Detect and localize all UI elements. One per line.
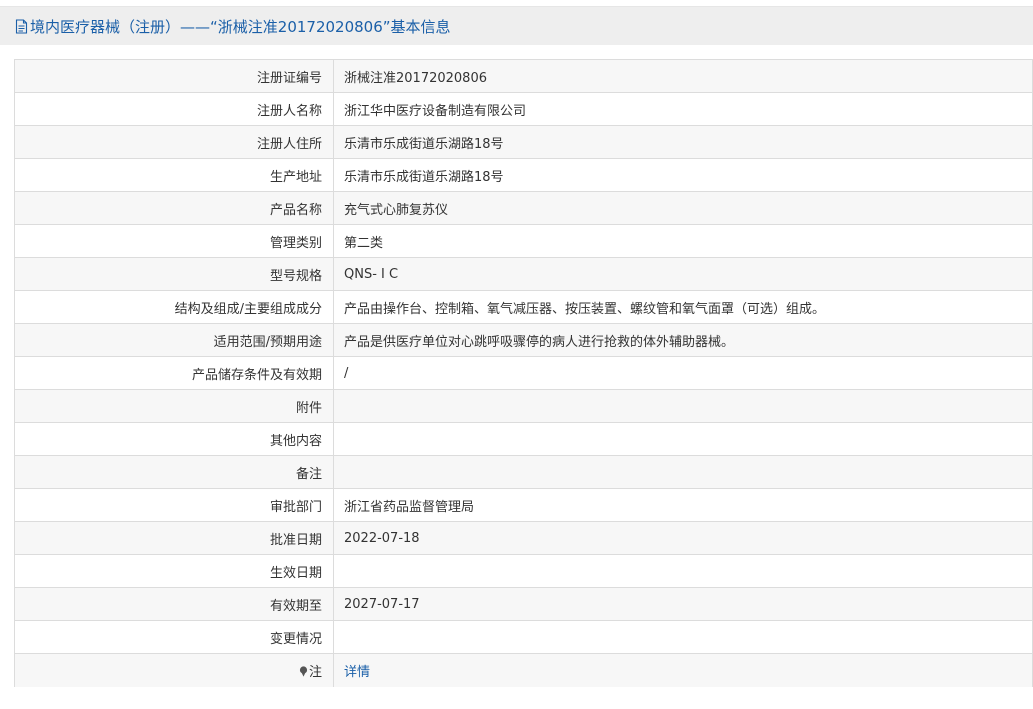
field-value: 浙江华中医疗设备制造有限公司 xyxy=(333,92,1033,126)
field-value xyxy=(333,422,1033,456)
field-label: 批准日期 xyxy=(14,521,334,555)
table-row-model-spec: 型号规格 QNS- I C xyxy=(14,257,1033,291)
table-row-registrant-name: 注册人名称 浙江华中医疗设备制造有限公司 xyxy=(14,92,1033,126)
field-label: 管理类别 xyxy=(14,224,334,258)
table-row-approval-department: 审批部门 浙江省药品监督管理局 xyxy=(14,488,1033,522)
field-label: 适用范围/预期用途 xyxy=(14,323,334,357)
field-label: 变更情况 xyxy=(14,620,334,654)
field-value xyxy=(333,455,1033,489)
table-row-product-name: 产品名称 充气式心肺复苏仪 xyxy=(14,191,1033,225)
field-value: 2027-07-17 xyxy=(333,587,1033,621)
field-value: 产品由操作台、控制箱、氧气减压器、按压装置、螺纹管和氧气面罩（可选）组成。 xyxy=(333,290,1033,324)
info-table: 注册证编号 浙械注准20172020806 注册人名称 浙江华中医疗设备制造有限公司注… xyxy=(14,59,1033,687)
field-label: 生产地址 xyxy=(14,158,334,192)
table-row-approval-date: 批准日期 2022-07-18 xyxy=(14,521,1033,555)
field-label: 审批部门 xyxy=(14,488,334,522)
field-value: 充气式心肺复苏仪 xyxy=(333,191,1033,225)
field-label: 备注 xyxy=(14,455,334,489)
document-icon xyxy=(15,18,28,34)
note-label-cell: 注 xyxy=(14,653,334,687)
page-title: 境内医疗器械（注册）——“浙械注准20172020806”基本信息 xyxy=(30,17,451,36)
field-label: 附件 xyxy=(14,389,334,423)
page-header: 境内医疗器械（注册）——“浙械注准20172020806”基本信息 xyxy=(0,7,1033,45)
field-label: 产品名称 xyxy=(14,191,334,225)
table-row-other-content: 其他内容 xyxy=(14,422,1033,456)
field-value: 2022-07-18 xyxy=(333,521,1033,555)
field-value: QNS- I C xyxy=(333,257,1033,291)
table-row-intended-use: 适用范围/预期用途 产品是供医疗单位对心跳呼吸骤停的病人进行抢救的体外辅助器械。 xyxy=(14,323,1033,357)
field-value: 乐清市乐成街道乐湖路18号 xyxy=(333,158,1033,192)
pin-icon xyxy=(299,666,308,677)
top-border xyxy=(0,0,1033,7)
field-label: 注册人名称 xyxy=(14,92,334,126)
field-value: 产品是供医疗单位对心跳呼吸骤停的病人进行抢救的体外辅助器械。 xyxy=(333,323,1033,357)
field-value xyxy=(333,554,1033,588)
field-value: 第二类 xyxy=(333,224,1033,258)
note-value-cell: 详情 xyxy=(333,653,1033,687)
table-row-structure-composition: 结构及组成/主要组成成分 产品由操作台、控制箱、氧气减压器、按压装置、螺纹管和氧气… xyxy=(14,290,1033,324)
table-row-attachments: 附件 xyxy=(14,389,1033,423)
field-label: 注册证编号 xyxy=(14,59,334,93)
field-label: 有效期至 xyxy=(14,587,334,621)
field-label: 生效日期 xyxy=(14,554,334,588)
table-row-management-category: 管理类别 第二类 xyxy=(14,224,1033,258)
field-value: 乐清市乐成街道乐湖路18号 xyxy=(333,125,1033,159)
field-value xyxy=(333,389,1033,423)
table-row-remarks: 备注 xyxy=(14,455,1033,489)
field-label: 型号规格 xyxy=(14,257,334,291)
table-row-valid-until: 有效期至 2027-07-17 xyxy=(14,587,1033,621)
table-row-registration-number: 注册证编号 浙械注准20172020806 xyxy=(14,59,1033,93)
field-value: 浙械注准20172020806 xyxy=(333,59,1033,93)
field-value xyxy=(333,620,1033,654)
table-row-effective-date: 生效日期 xyxy=(14,554,1033,588)
field-label: 其他内容 xyxy=(14,422,334,456)
field-value: 浙江省药品监督管理局 xyxy=(333,488,1033,522)
field-label: 注册人住所 xyxy=(14,125,334,159)
table-row-registrant-address: 注册人住所 乐清市乐成街道乐湖路18号 xyxy=(14,125,1033,159)
field-label: 产品储存条件及有效期 xyxy=(14,356,334,390)
table-row-change-status: 变更情况 xyxy=(14,620,1033,654)
table-row-storage-conditions: 产品储存条件及有效期 / xyxy=(14,356,1033,390)
field-value: / xyxy=(333,356,1033,390)
field-label: 结构及组成/主要组成成分 xyxy=(14,290,334,324)
details-link[interactable]: 详情 xyxy=(344,665,370,680)
note-label: 注 xyxy=(308,664,322,680)
table-row-note: 注 详情 xyxy=(14,653,1033,687)
table-row-production-address: 生产地址 乐清市乐成街道乐湖路18号 xyxy=(14,158,1033,192)
